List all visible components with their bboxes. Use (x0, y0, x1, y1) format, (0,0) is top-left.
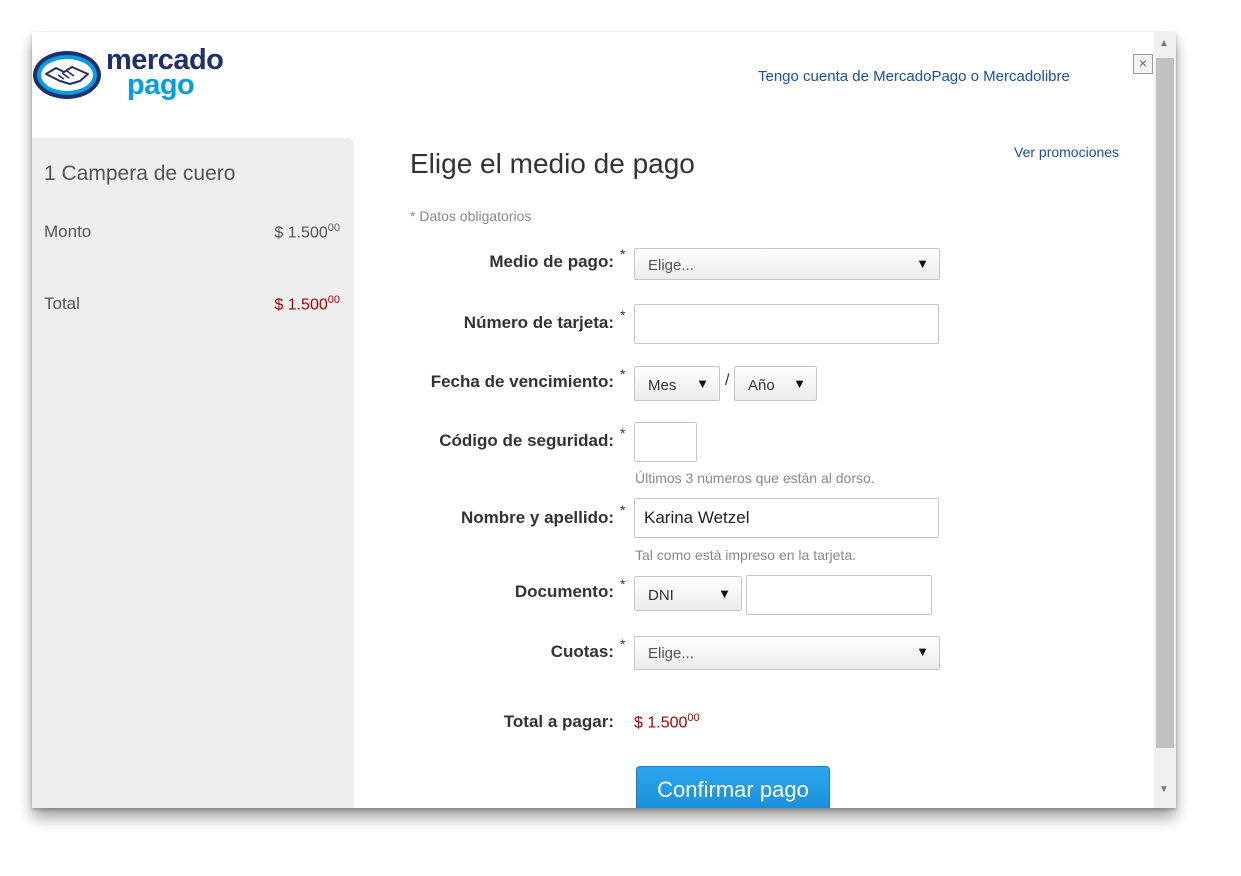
required-note: * Datos obligatorios (410, 208, 532, 224)
total-label: Total (44, 294, 80, 313)
handshake-icon (33, 51, 101, 99)
vertical-scrollbar[interactable]: ▲ ▼ (1154, 32, 1176, 808)
name-hint: Tal como está impreso en la tarjeta. (635, 547, 856, 563)
document-type-select[interactable]: DNI ▼ (634, 576, 742, 611)
amount-value: $ 1.50000 (274, 222, 340, 242)
chevron-down-icon: ▼ (916, 256, 929, 271)
checkout-window: mercado pago Tengo cuenta de MercadoPago… (32, 32, 1176, 808)
promotions-link[interactable]: Ver promociones (1014, 144, 1119, 160)
security-code-label: Código de seguridad: (439, 431, 614, 450)
confirm-payment-button[interactable]: Confirmar pago (636, 766, 830, 808)
total-to-pay-label: Total a pagar: (503, 712, 614, 731)
order-summary: 1 Campera de cuero Monto $ 1.50000 Total… (32, 138, 354, 808)
required-mark: * (620, 246, 626, 262)
chevron-down-icon: ▼ (793, 376, 806, 391)
name-label: Nombre y apellido: (460, 508, 614, 527)
amount-label: Monto (44, 222, 92, 241)
payment-method-label: Medio de pago: (489, 252, 614, 271)
chevron-down-icon: ▼ (718, 586, 731, 601)
security-code-hint: Últimos 3 números que están al dorso. (635, 470, 875, 486)
document-label: Documento: (514, 582, 614, 601)
scroll-thumb[interactable] (1156, 58, 1174, 748)
card-number-input[interactable] (634, 304, 939, 344)
expiry-month-select[interactable]: Mes ▼ (634, 366, 720, 401)
name-input[interactable]: Karina Wetzel (634, 498, 939, 538)
expiry-label: Fecha de vencimiento: (430, 372, 614, 391)
scroll-down-icon[interactable]: ▼ (1159, 784, 1169, 795)
installments-label: Cuotas: (550, 642, 614, 661)
required-mark: * (620, 576, 626, 592)
total-to-pay-value: $ 1.50000 (634, 712, 700, 732)
card-number-label: Número de tarjeta: (463, 313, 614, 332)
close-button[interactable]: × (1133, 54, 1153, 74)
scroll-up-icon[interactable]: ▲ (1159, 38, 1169, 49)
mercadopago-logo: mercado pago (32, 44, 232, 106)
expiry-separator: / (725, 372, 730, 389)
close-icon: × (1138, 55, 1148, 71)
total-value: $ 1.50000 (274, 294, 340, 314)
required-mark: * (620, 502, 626, 518)
page-title: Elige el medio de pago (410, 148, 695, 179)
payment-form: Elige el medio de pago Ver promociones *… (354, 138, 1154, 808)
chevron-down-icon: ▼ (696, 376, 709, 391)
security-code-input[interactable] (634, 422, 697, 462)
required-mark: * (620, 425, 626, 441)
installments-select[interactable]: Elige... ▼ (634, 636, 940, 670)
document-number-input[interactable] (746, 575, 932, 615)
payment-method-select[interactable]: Elige... ▼ (634, 248, 940, 280)
required-mark: * (620, 366, 626, 382)
required-mark: * (620, 307, 626, 323)
existing-account-link[interactable]: Tengo cuenta de MercadoPago o Mercadolib… (758, 68, 1070, 85)
chevron-down-icon: ▼ (916, 644, 929, 659)
header: mercado pago Tengo cuenta de MercadoPago… (32, 32, 1154, 138)
expiry-year-select[interactable]: Año ▼ (734, 366, 817, 401)
logo-text-pago: pago (127, 69, 195, 101)
product-name: 1 Campera de cuero (44, 162, 236, 185)
required-mark: * (620, 636, 626, 652)
